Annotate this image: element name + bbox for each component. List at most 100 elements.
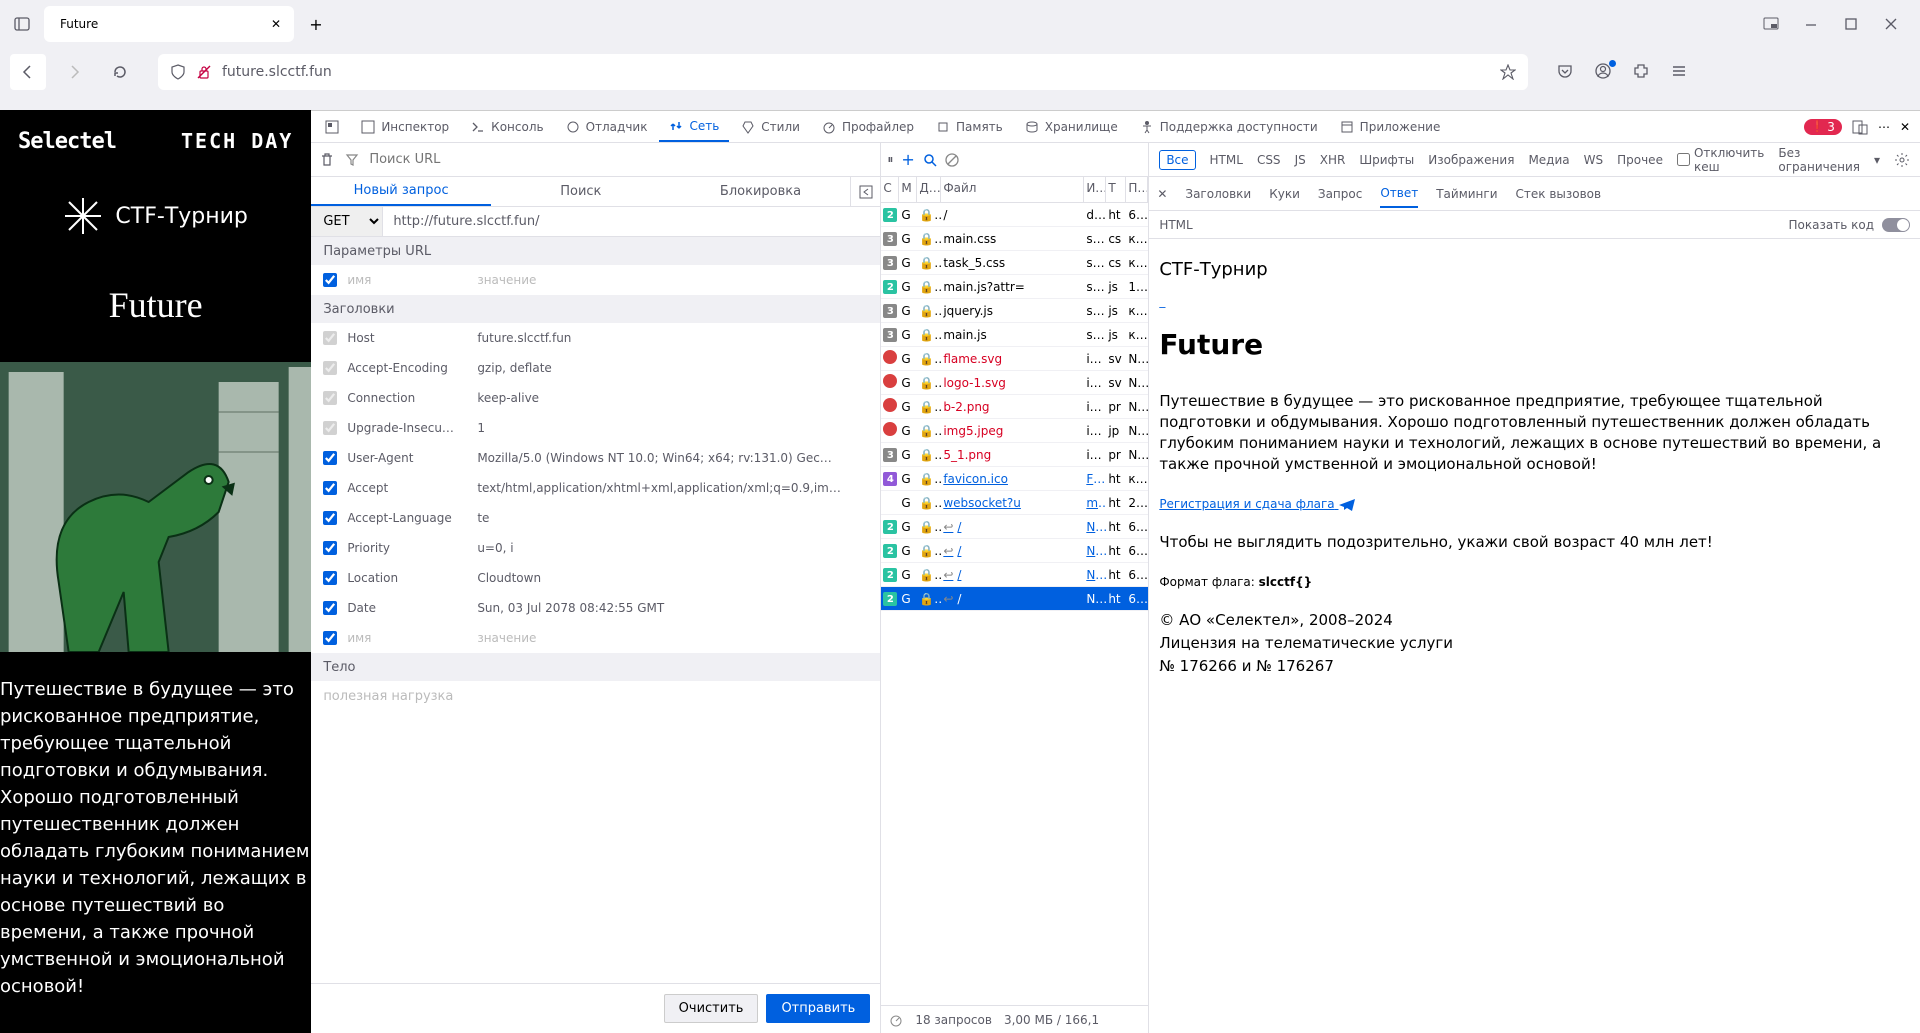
header-check[interactable] bbox=[323, 571, 337, 585]
header-name[interactable]: Location bbox=[347, 571, 467, 585]
url-bar[interactable] bbox=[158, 54, 1528, 90]
filter-js[interactable]: JS bbox=[1295, 153, 1306, 167]
filter-xhr[interactable]: XHR bbox=[1320, 153, 1346, 167]
tab-memory[interactable]: Память bbox=[926, 111, 1013, 142]
header-check[interactable] bbox=[323, 541, 337, 555]
header-name[interactable]: Connection bbox=[347, 391, 467, 405]
col-file[interactable]: Файл bbox=[941, 177, 1084, 202]
lock-insecure-icon[interactable] bbox=[196, 64, 212, 80]
filter-fonts[interactable]: Шрифты bbox=[1359, 153, 1414, 167]
tab-inspector[interactable]: Инспектор bbox=[351, 111, 459, 142]
error-badge[interactable]: ❗3 bbox=[1804, 119, 1842, 135]
col-method[interactable]: М bbox=[899, 177, 917, 202]
shield-icon[interactable] bbox=[170, 64, 186, 80]
filter-ws[interactable]: WS bbox=[1584, 153, 1603, 167]
show-code-toggle[interactable] bbox=[1882, 218, 1910, 232]
collapse-icon[interactable] bbox=[850, 177, 880, 206]
header-value[interactable]: future.slcctf.fun bbox=[477, 331, 868, 345]
filter-all[interactable]: Все bbox=[1159, 150, 1195, 170]
clear-button[interactable]: Очистить bbox=[664, 994, 759, 1023]
detail-tab-response[interactable]: Ответ bbox=[1380, 186, 1418, 208]
filter-input[interactable] bbox=[369, 152, 872, 167]
col-type[interactable]: Т bbox=[1106, 177, 1126, 202]
network-row[interactable]: G 🔒.. logo-1.svg i… sv N… bbox=[881, 371, 1148, 395]
detail-tab-cookies[interactable]: Куки bbox=[1269, 187, 1300, 201]
subtab-blocking[interactable]: Блокировка bbox=[671, 177, 851, 206]
menu-icon[interactable] bbox=[1670, 62, 1690, 82]
account-icon[interactable] bbox=[1594, 62, 1614, 82]
header-value[interactable]: Cloudtown bbox=[477, 571, 868, 585]
header-value[interactable]: u=0, i bbox=[477, 541, 868, 555]
network-row[interactable]: 3 G 🔒.. main.css st… cs к… bbox=[881, 227, 1148, 251]
network-row[interactable]: G 🔒.. flame.svg i… sv N… bbox=[881, 347, 1148, 371]
resp-link[interactable]: Регистрация и сдача флага bbox=[1159, 497, 1356, 511]
tab-application[interactable]: Приложение bbox=[1330, 111, 1451, 142]
header-name[interactable]: User-Agent bbox=[347, 451, 467, 465]
header-name-placeholder[interactable]: имя bbox=[347, 631, 467, 645]
url-input[interactable] bbox=[222, 64, 1490, 80]
search-icon[interactable] bbox=[923, 153, 937, 167]
network-row[interactable]: 2 G 🔒.. / d… ht 6… bbox=[881, 203, 1148, 227]
payload-input[interactable]: полезная нагрузка bbox=[311, 681, 880, 712]
subtab-new-request[interactable]: Новый запрос bbox=[311, 177, 491, 206]
filter-css[interactable]: CSS bbox=[1257, 153, 1281, 167]
header-name[interactable]: Priority bbox=[347, 541, 467, 555]
network-row[interactable]: 3 G 🔒.. main.js s… js к… bbox=[881, 323, 1148, 347]
tab-console[interactable]: Консоль bbox=[461, 111, 553, 142]
iframe-select-icon[interactable] bbox=[315, 111, 349, 142]
network-row[interactable]: 3 G 🔒.. task_5.css st… cs к… bbox=[881, 251, 1148, 275]
tab-styles[interactable]: Стили bbox=[731, 111, 810, 142]
add-icon[interactable]: + bbox=[901, 150, 914, 169]
filter-other[interactable]: Прочее bbox=[1617, 153, 1663, 167]
network-row[interactable]: G 🔒.. img5.jpeg i… jp N… bbox=[881, 419, 1148, 443]
close-detail-icon[interactable]: ✕ bbox=[1157, 187, 1167, 201]
header-value-placeholder[interactable]: значение bbox=[477, 631, 868, 645]
header-name[interactable]: Host bbox=[347, 331, 467, 345]
header-name[interactable]: Date bbox=[347, 601, 467, 615]
col-initiator[interactable]: И… bbox=[1084, 177, 1106, 202]
header-value[interactable]: text/html,application/xhtml+xml,applicat… bbox=[477, 481, 868, 495]
header-value[interactable]: Sun, 03 Jul 2078 08:42:55 GMT bbox=[477, 601, 868, 615]
header-value[interactable]: gzip, deflate bbox=[477, 361, 868, 375]
param-check[interactable] bbox=[323, 631, 337, 645]
sidebar-toggle-icon[interactable] bbox=[8, 10, 36, 38]
header-value[interactable]: 1 bbox=[477, 421, 868, 435]
tab-profiler[interactable]: Профайлер bbox=[812, 111, 924, 142]
settings-icon[interactable] bbox=[1894, 152, 1910, 168]
pip-icon[interactable] bbox=[1762, 15, 1780, 33]
disable-cache-toggle[interactable]: Отключить кеш bbox=[1677, 146, 1764, 174]
close-devtools-icon[interactable]: ✕ bbox=[1900, 120, 1910, 134]
network-row[interactable]: 2 G 🔒.. ↩/ N… ht 6… bbox=[881, 587, 1148, 611]
bookmark-icon[interactable] bbox=[1500, 64, 1516, 80]
trash-icon[interactable] bbox=[319, 152, 335, 168]
maximize-icon[interactable] bbox=[1842, 15, 1860, 33]
col-domain[interactable]: Д… bbox=[917, 177, 941, 202]
network-row[interactable]: 2 G 🔒.. ↩/ N… ht 6… bbox=[881, 515, 1148, 539]
extensions-icon[interactable] bbox=[1632, 62, 1652, 82]
header-check[interactable] bbox=[323, 451, 337, 465]
close-window-icon[interactable] bbox=[1882, 15, 1900, 33]
filter-images[interactable]: Изображения bbox=[1428, 153, 1514, 167]
param-check[interactable] bbox=[323, 273, 337, 287]
reload-button[interactable] bbox=[102, 54, 138, 90]
header-value[interactable]: keep-alive bbox=[477, 391, 868, 405]
send-button[interactable]: Отправить bbox=[766, 994, 870, 1023]
network-row[interactable]: 3 G 🔒.. jquery.js s… js к… bbox=[881, 299, 1148, 323]
network-row[interactable]: G 🔒.. b-2.png i… pr N… bbox=[881, 395, 1148, 419]
tab-network[interactable]: Сеть bbox=[659, 111, 729, 142]
filter-html[interactable]: HTML bbox=[1210, 153, 1243, 167]
chevron-down-icon[interactable]: ▾ bbox=[1874, 153, 1880, 167]
tab-debugger[interactable]: Отладчик bbox=[556, 111, 658, 142]
detail-tab-request[interactable]: Запрос bbox=[1318, 187, 1362, 201]
param-name-placeholder[interactable]: имя bbox=[347, 273, 467, 287]
header-name[interactable]: Accept bbox=[347, 481, 467, 495]
filter-media[interactable]: Медиа bbox=[1528, 153, 1569, 167]
header-value[interactable]: te bbox=[477, 511, 868, 525]
network-row[interactable]: 2 G 🔒.. ↩/ N… ht 6… bbox=[881, 563, 1148, 587]
header-check[interactable] bbox=[323, 481, 337, 495]
network-row[interactable]: 4 G 🔒.. favicon.ico F… ht к… bbox=[881, 467, 1148, 491]
network-row[interactable]: 1 G 🔒.. websocket?u mair ht 2… bbox=[881, 491, 1148, 515]
method-select[interactable]: GET bbox=[311, 207, 383, 236]
detail-tab-headers[interactable]: Заголовки bbox=[1185, 187, 1251, 201]
perf-icon[interactable] bbox=[889, 1013, 903, 1027]
